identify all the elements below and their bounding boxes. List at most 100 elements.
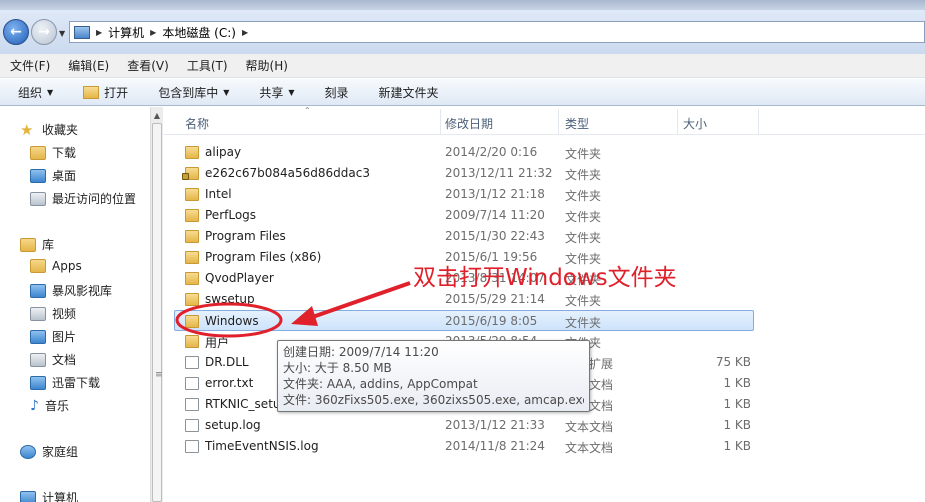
- menu-view[interactable]: 查看(V): [127, 57, 169, 74]
- file-type: 文本文档: [565, 420, 614, 434]
- column-divider[interactable]: [677, 109, 678, 135]
- menu-edit[interactable]: 编辑(E): [68, 57, 109, 74]
- nav-favorites-label: 收藏夹: [42, 123, 79, 137]
- file-row-timeeventnsis-log[interactable]: TimeEventNSIS.log 2014/11/8 21:24 文本文档 1…: [164, 436, 925, 457]
- breadcrumb-computer[interactable]: 计算机: [108, 24, 144, 41]
- nav-storm-library[interactable]: 暴风影视库: [30, 282, 112, 299]
- burn-label: 刻录: [324, 85, 349, 100]
- scrollbar-thumb[interactable]: ≡: [152, 123, 163, 502]
- tooltip-files: 文件: 360zFixs505.exe, 360zixs505.exe, amc…: [283, 393, 584, 407]
- file-date: 2015/6/19 8:05: [445, 314, 538, 328]
- nav-downloads[interactable]: 下载: [30, 144, 76, 161]
- file-row-program-files[interactable]: Program Files 2015/1/30 22:43 文件夹: [164, 226, 925, 247]
- file-list: ⌃ 名称 修改日期 类型 大小 alipay 2014/2/20 0:16 文件…: [164, 106, 925, 502]
- nav-pictures[interactable]: 图片: [30, 328, 76, 345]
- file-name: Windows: [205, 314, 259, 328]
- include-label: 包含到库中: [158, 85, 219, 100]
- folder-icon: [185, 272, 199, 285]
- pictures-icon: [30, 329, 46, 344]
- file-date: 2009/7/14 11:20: [445, 208, 545, 222]
- column-divider[interactable]: [758, 109, 759, 135]
- nav-desktop[interactable]: 桌面: [30, 167, 76, 184]
- file-size: 1 KB: [723, 397, 751, 411]
- nav-libraries-label: 库: [42, 238, 55, 252]
- column-name[interactable]: 名称: [185, 115, 209, 132]
- file-size: 1 KB: [723, 439, 751, 453]
- file-row-e262[interactable]: e262c67b084a56d86ddac3 2013/12/11 21:32 …: [164, 163, 925, 184]
- menu-bar: 文件(F) 编辑(E) 查看(V) 工具(T) 帮助(H): [0, 54, 925, 78]
- nav-thunder-label: 迅雷下载: [52, 376, 101, 390]
- recent-pages-dropdown[interactable]: ▼: [59, 29, 65, 38]
- nav-documents[interactable]: 文档: [30, 351, 76, 368]
- column-size[interactable]: 大小: [683, 115, 707, 132]
- nav-libraries[interactable]: 库: [20, 236, 54, 253]
- menu-file[interactable]: 文件(F): [10, 57, 50, 74]
- include-in-library-button[interactable]: 包含到库中 ▼: [158, 84, 229, 101]
- breadcrumb-separator-icon: ▶: [96, 27, 103, 37]
- address-bar[interactable]: ▶ 计算机 ▶ 本地磁盘 (C:) ▶: [69, 21, 925, 43]
- file-row-setup-log[interactable]: setup.log 2013/1/12 21:33 文本文档 1 KB: [164, 415, 925, 436]
- nav-computer[interactable]: 计算机: [20, 489, 78, 502]
- file-row-swsetup[interactable]: swsetup 2015/5/29 21:14 文件夹: [164, 289, 925, 310]
- folder-icon: [185, 335, 199, 348]
- nav-videos-label: 视频: [52, 307, 77, 321]
- forward-arrow-icon: →: [38, 24, 50, 40]
- nav-downloads-label: 下载: [52, 146, 77, 160]
- menu-help[interactable]: 帮助(H): [246, 57, 288, 74]
- computer-small-icon: [74, 25, 90, 39]
- back-button[interactable]: ←: [3, 19, 29, 45]
- text-file-icon: [185, 440, 199, 453]
- file-row-intel[interactable]: Intel 2013/1/12 21:18 文件夹: [164, 184, 925, 205]
- open-label: 打开: [104, 85, 129, 100]
- nav-music[interactable]: ♪ 音乐: [30, 397, 69, 414]
- folder-info-tooltip: 创建日期: 2009/7/14 11:20 大小: 大于 8.50 MB 文件夹…: [277, 340, 590, 412]
- nav-recent-label: 最近访问的位置: [52, 192, 137, 206]
- file-type: 文本文档: [565, 441, 614, 455]
- open-folder-icon: [83, 85, 100, 99]
- nav-recent-places[interactable]: 最近访问的位置: [30, 190, 136, 207]
- file-row-alipay[interactable]: alipay 2014/2/20 0:16 文件夹: [164, 142, 925, 163]
- nav-videos[interactable]: 视频: [30, 305, 76, 322]
- dll-file-icon: [185, 356, 199, 369]
- file-row-perflogs[interactable]: PerfLogs 2009/7/14 11:20 文件夹: [164, 205, 925, 226]
- text-file-icon: [185, 398, 199, 411]
- scroll-up-arrow-icon[interactable]: ▲: [151, 111, 163, 120]
- nav-documents-label: 文档: [52, 353, 77, 367]
- nav-thunder-downloads[interactable]: 迅雷下载: [30, 374, 100, 391]
- menu-tools[interactable]: 工具(T): [187, 57, 228, 74]
- explorer-window: ← → ▼ ▶ 计算机 ▶ 本地磁盘 (C:) ▶ 文件(F) 编辑(E) 查看…: [0, 0, 925, 502]
- burn-button[interactable]: 刻录: [325, 84, 349, 101]
- navigation-scrollbar[interactable]: ▲ ≡: [150, 107, 163, 502]
- folder-icon: [185, 293, 199, 306]
- nav-homegroup[interactable]: 家庭组: [20, 443, 78, 460]
- new-folder-button[interactable]: 新建文件夹: [379, 84, 439, 101]
- open-button[interactable]: 打开: [83, 84, 128, 101]
- column-divider[interactable]: [440, 109, 441, 135]
- back-arrow-icon: ←: [10, 24, 22, 40]
- nav-favorites[interactable]: ★ 收藏夹: [20, 121, 78, 138]
- file-type: 文件夹: [565, 210, 602, 224]
- column-divider[interactable]: [558, 109, 559, 135]
- breadcrumb-local-disk[interactable]: 本地磁盘 (C:): [162, 24, 236, 41]
- breadcrumb-separator-icon: ▶: [241, 27, 249, 37]
- file-name: error.txt: [205, 376, 254, 390]
- file-date: 2014/2/20 0:16: [445, 145, 538, 159]
- file-name: Intel: [205, 187, 232, 201]
- share-button[interactable]: 共享 ▼: [259, 84, 294, 101]
- nav-pictures-label: 图片: [52, 330, 77, 344]
- file-row-windows[interactable]: Windows 2015/6/19 8:05 文件夹: [174, 310, 754, 331]
- storm-video-icon: [30, 283, 46, 298]
- column-type[interactable]: 类型: [565, 115, 589, 132]
- forward-button[interactable]: →: [31, 19, 57, 45]
- file-name: DR.DLL: [205, 355, 249, 369]
- organize-button[interactable]: 组织 ▼: [18, 84, 53, 101]
- file-name: TimeEventNSIS.log: [205, 439, 319, 453]
- column-modified[interactable]: 修改日期: [445, 115, 493, 132]
- folder-icon: [185, 188, 199, 201]
- sort-up-icon: ⌃: [304, 106, 311, 115]
- file-type: 文件夹: [565, 189, 602, 203]
- file-name: swsetup: [205, 292, 255, 306]
- star-icon: ★: [20, 120, 34, 139]
- file-type: 文件夹: [565, 147, 602, 161]
- nav-apps[interactable]: Apps: [30, 259, 82, 273]
